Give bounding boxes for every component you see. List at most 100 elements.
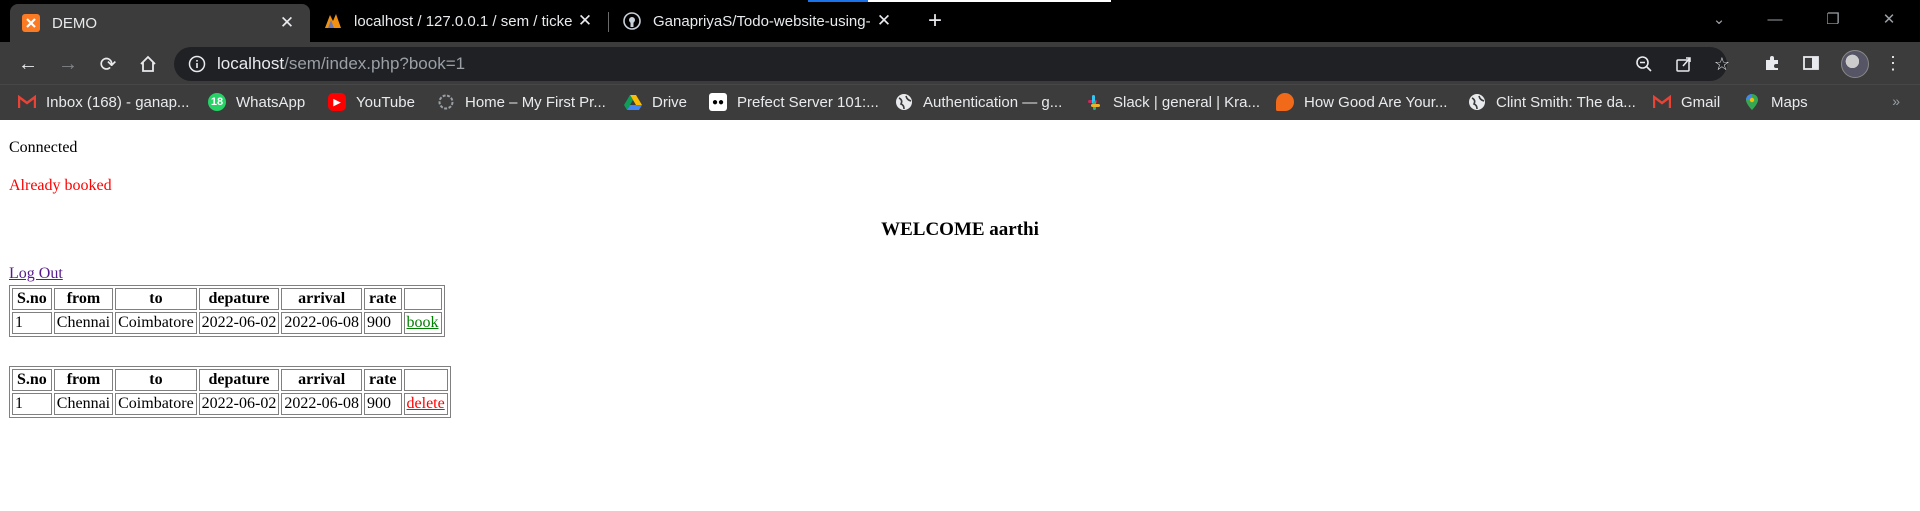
cell-departure: 2022-06-02: [198, 393, 280, 415]
tab-search-chevron-icon[interactable]: ⌄: [1696, 0, 1742, 38]
cell-to: Coimbatore: [115, 312, 197, 334]
cell-from: Chennai: [53, 393, 114, 415]
page-content: Connected Already booked WELCOME aarthi …: [0, 128, 1920, 511]
orange-chat-icon: [1276, 93, 1294, 111]
xampp-icon: [22, 14, 40, 32]
header-action: [403, 288, 442, 310]
bookmark-label: Clint Smith: The da...: [1496, 93, 1636, 111]
delete-link[interactable]: delete: [407, 395, 445, 412]
bookmark-label: WhatsApp: [236, 93, 306, 111]
close-icon[interactable]: ✕: [276, 12, 298, 34]
table-header-row: S.no from to depature arrival rate: [12, 288, 442, 310]
cell-to: Coimbatore: [115, 393, 197, 415]
bookmark-label: Home – My First Pr...: [465, 93, 606, 111]
bookmark-label: Authentication — g...: [923, 93, 1063, 111]
minimize-icon[interactable]: —: [1752, 0, 1798, 38]
window-close-icon[interactable]: ✕: [1866, 0, 1912, 38]
menu-kebab-icon[interactable]: ⋮: [1882, 52, 1904, 74]
bookmark-label: YouTube: [356, 93, 415, 111]
site-info-icon[interactable]: [188, 55, 206, 73]
wordpress-icon: [437, 93, 455, 111]
table-row: 1 Chennai Coimbatore 2022-06-02 2022-06-…: [12, 312, 442, 334]
table-header-row: S.no from to depature arrival rate: [12, 369, 448, 391]
gmail-icon: [18, 93, 36, 111]
youtube-icon: ▶: [328, 93, 346, 111]
whatsapp-badge: 18: [210, 96, 224, 108]
bookmark-inbox[interactable]: Inbox (168) - ganap...: [18, 91, 189, 113]
bookmark-label: How Good Are Your...: [1304, 93, 1448, 111]
cell-sno: 1: [12, 312, 52, 334]
cell-from: Chennai: [53, 312, 114, 334]
bookmark-label: Inbox (168) - ganap...: [46, 93, 190, 111]
tab-divider: [608, 12, 609, 32]
cell-arrival: 2022-06-08: [281, 312, 362, 334]
restore-icon[interactable]: ❐: [1810, 0, 1856, 38]
back-arrow-icon[interactable]: ←: [14, 50, 42, 78]
bookmark-clint-smith[interactable]: Clint Smith: The da...: [1468, 91, 1636, 113]
extensions-puzzle-icon[interactable]: [1761, 52, 1783, 74]
close-icon[interactable]: ✕: [873, 10, 895, 32]
header-arrival: arrival: [281, 288, 362, 310]
url-host: localhost: [217, 54, 285, 73]
maps-icon: [1743, 93, 1761, 111]
header-rate: rate: [363, 369, 402, 391]
table-row: 1 Chennai Coimbatore 2022-06-02 2022-06-…: [12, 393, 448, 415]
url-path: /sem/index.php?book=1: [284, 54, 466, 73]
gmail-icon: [1653, 93, 1671, 111]
bookmark-maps[interactable]: Maps: [1743, 91, 1808, 113]
bookmark-star-icon[interactable]: ☆: [1712, 54, 1732, 74]
tab-title: GanapriyaS/Todo-website-using-: [653, 12, 871, 30]
zoom-icon[interactable]: [1634, 54, 1654, 74]
book-link[interactable]: book: [407, 314, 439, 331]
tab-github[interactable]: GanapriyaS/Todo-website-using- ✕: [611, 0, 907, 42]
bookmark-home-my-first[interactable]: Home – My First Pr...: [437, 91, 606, 113]
bookmark-authentication[interactable]: Authentication — g...: [895, 91, 1062, 113]
share-icon[interactable]: [1674, 54, 1694, 74]
bookmark-label: Maps: [1771, 93, 1808, 111]
new-tab-plus-icon[interactable]: +: [922, 7, 948, 34]
tab-title: localhost / 127.0.0.1 / sem / ticke: [354, 12, 573, 30]
bookmark-whatsapp[interactable]: 18 WhatsApp: [208, 91, 305, 113]
header-from: from: [53, 288, 114, 310]
close-icon[interactable]: ✕: [574, 10, 596, 32]
drive-icon: [624, 93, 642, 111]
bookmark-prefect[interactable]: ●● Prefect Server 101:...: [709, 91, 879, 113]
header-departure: depature: [198, 288, 280, 310]
bookmark-drive[interactable]: Drive: [624, 91, 687, 113]
booking-message: Already booked: [9, 177, 112, 194]
side-panel-icon[interactable]: [1800, 52, 1822, 74]
tab-phpmyadmin[interactable]: localhost / 127.0.0.1 / sem / ticke ✕: [312, 0, 608, 42]
medium-icon: ●●: [709, 93, 727, 111]
tab-demo[interactable]: DEMO ✕: [10, 4, 310, 42]
tab-strip: DEMO ✕ localhost / 127.0.0.1 / sem / tic…: [0, 0, 1920, 42]
bookmark-label: Slack | general | Kra...: [1113, 93, 1261, 111]
forward-arrow-icon[interactable]: →: [54, 50, 82, 78]
header-to: to: [115, 288, 197, 310]
cell-arrival: 2022-06-08: [281, 393, 362, 415]
booked-trips-table: S.no from to depature arrival rate 1 Che…: [9, 366, 451, 418]
cell-departure: 2022-06-02: [198, 312, 280, 334]
header-departure: depature: [198, 369, 280, 391]
url-text[interactable]: localhost/sem/index.php?book=1: [217, 54, 465, 74]
logout-link[interactable]: Log Out: [9, 265, 63, 283]
tab-title: DEMO: [52, 14, 97, 32]
globe-icon: [1468, 93, 1486, 111]
home-icon[interactable]: [134, 50, 162, 78]
bookmark-slack[interactable]: Slack | general | Kra...: [1085, 91, 1260, 113]
header-rate: rate: [363, 288, 402, 310]
bookmarks-overflow-chevron-icon[interactable]: »: [1892, 93, 1900, 109]
profile-avatar[interactable]: [1841, 50, 1869, 78]
address-bar[interactable]: localhost/sem/index.php?book=1 ☆: [174, 47, 1730, 81]
header-sno: S.no: [12, 288, 52, 310]
cell-sno: 1: [12, 393, 52, 415]
reload-icon[interactable]: ⟳: [94, 50, 122, 78]
cell-action: delete: [403, 393, 448, 415]
bookmark-how-good[interactable]: How Good Are Your...: [1276, 91, 1447, 113]
bookmark-gmail[interactable]: Gmail: [1653, 91, 1720, 113]
slack-icon: [1085, 93, 1103, 111]
bookmarks-bar: Inbox (168) - ganap... 18 WhatsApp ▶ You…: [0, 84, 1920, 120]
available-trips-table: S.no from to depature arrival rate 1 Che…: [9, 285, 445, 337]
header-sno: S.no: [12, 369, 52, 391]
bookmark-youtube[interactable]: ▶ YouTube: [328, 91, 415, 113]
cell-rate: 900: [363, 312, 402, 334]
